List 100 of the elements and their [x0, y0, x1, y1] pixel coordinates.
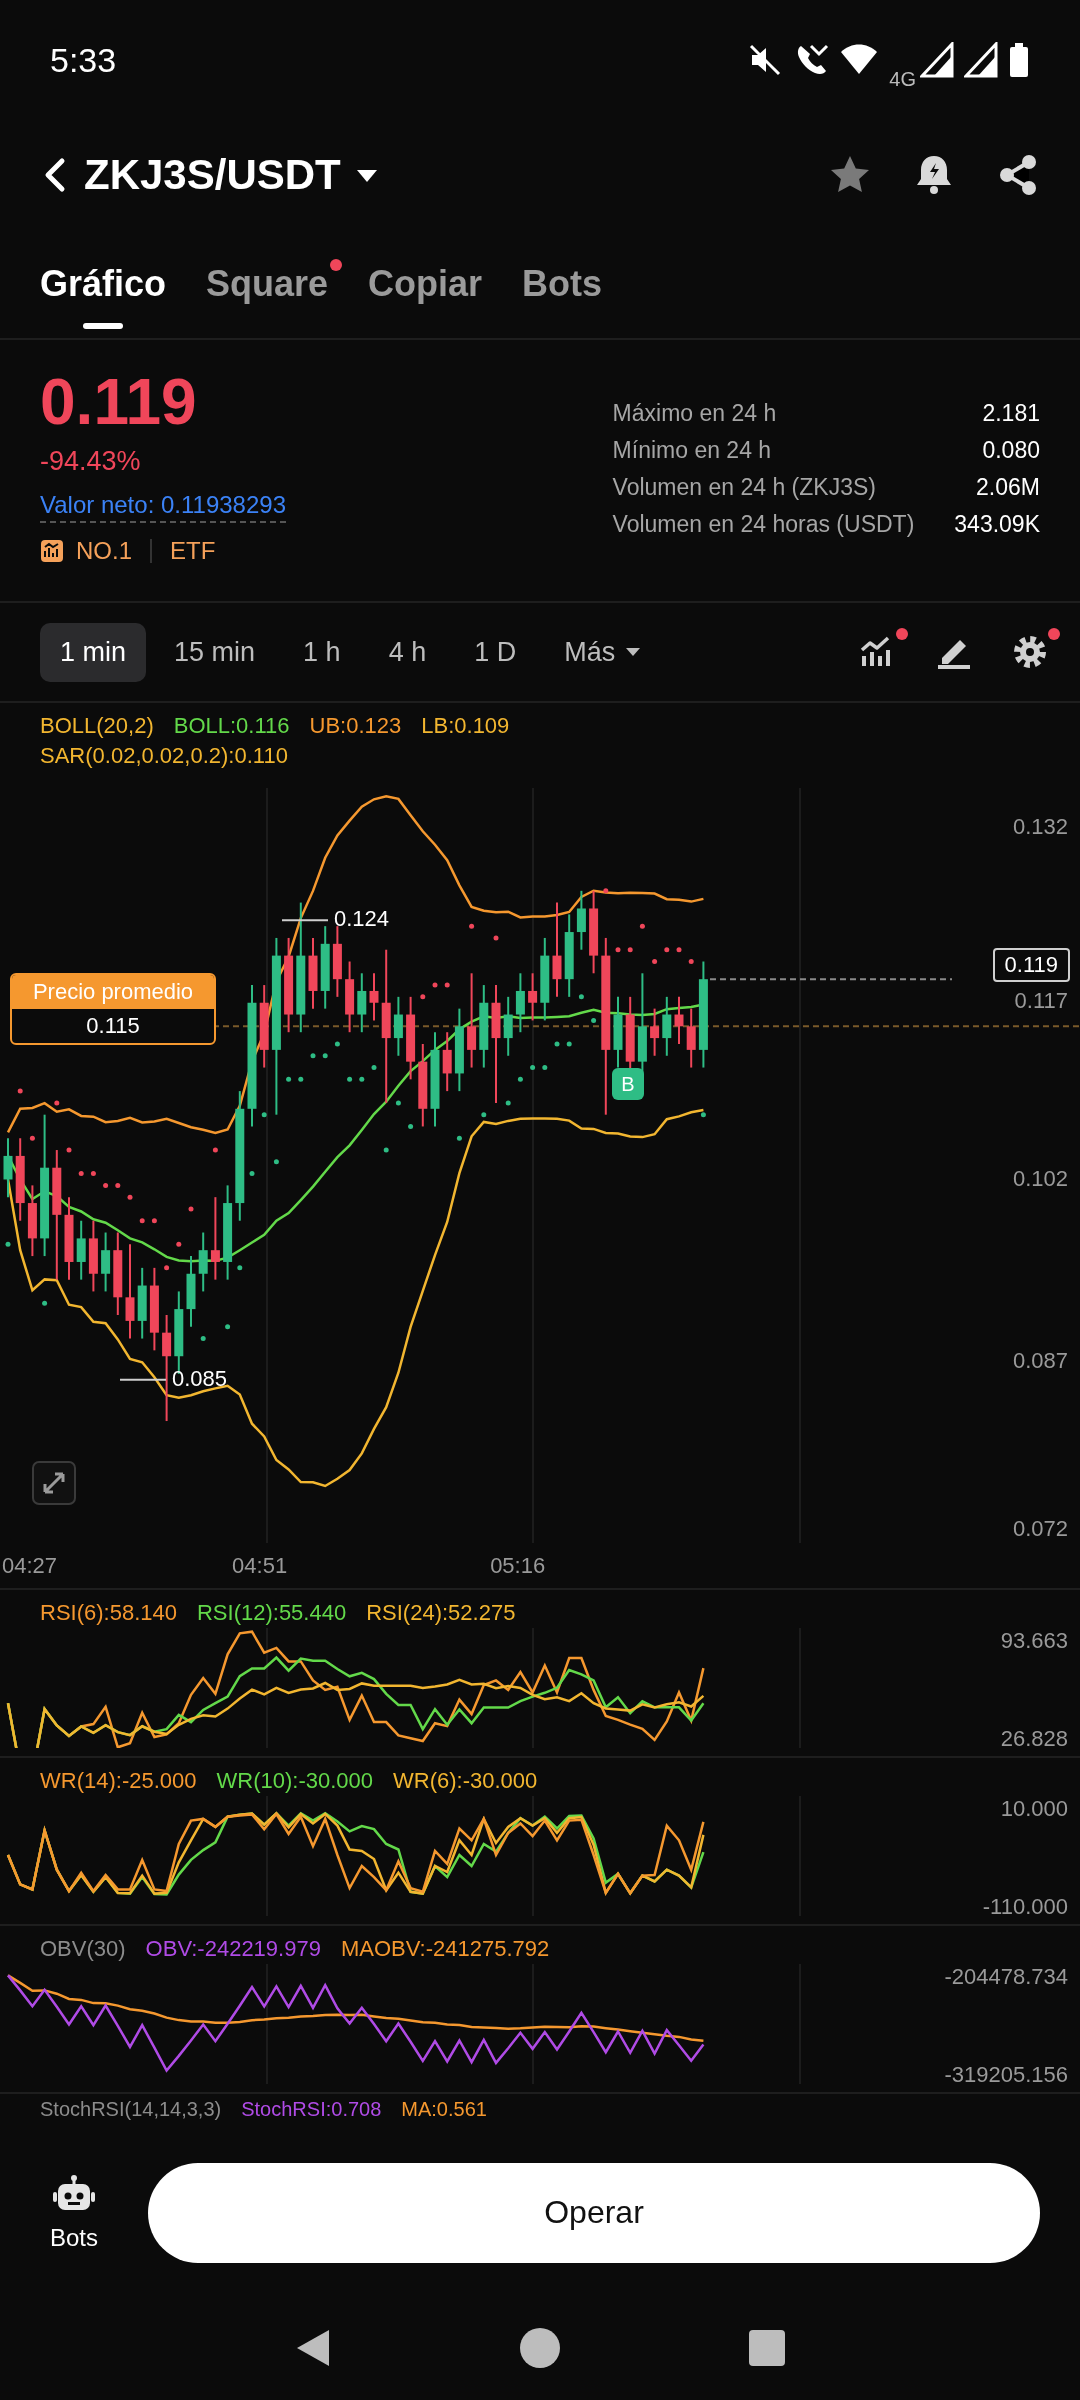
sar-dot	[627, 947, 633, 953]
tab[interactable]: Gráfico	[40, 253, 167, 315]
stat-label: Volumen en 24 horas (USDT)	[612, 511, 915, 538]
sar-dot	[66, 1147, 72, 1153]
interval-tab[interactable]: 1 min	[40, 622, 147, 682]
legend-label: WR(6):-30.000	[393, 1767, 538, 1795]
sar-dot	[322, 1053, 328, 1059]
stat-value: 2.06M	[975, 474, 1040, 501]
legend-label: BOLL:0.116	[173, 712, 290, 740]
stat-value: 0.080	[981, 437, 1040, 464]
signal-icon	[920, 42, 954, 78]
sar-dot	[54, 1100, 60, 1106]
status-time: 5:33	[50, 40, 117, 80]
signal-icon	[964, 42, 998, 78]
sar-dot	[17, 1088, 23, 1094]
home-icon[interactable]	[518, 2326, 562, 2370]
sar-dot	[469, 923, 475, 929]
average-price-value: 0.115	[85, 1012, 141, 1040]
sar-dot	[676, 947, 682, 953]
sar-dot	[530, 1065, 536, 1071]
candlestick	[198, 1231, 208, 1293]
tab[interactable]: Square	[206, 253, 329, 315]
sar-dot	[554, 1041, 560, 1047]
candlestick	[686, 1007, 696, 1069]
sar-dot	[481, 1112, 487, 1118]
sar-dot	[261, 1112, 267, 1118]
sar-dot	[700, 1112, 706, 1118]
sar-dot	[347, 1076, 353, 1082]
axis-label: 0.087	[1012, 1348, 1068, 1374]
low-price-label: 0.085	[172, 1365, 228, 1392]
sar-dot	[371, 1065, 377, 1071]
sar-dot	[90, 1171, 96, 1177]
interval-tab[interactable]: 15 min	[154, 622, 276, 682]
legend-label: MA:0.561	[401, 2097, 487, 2122]
sar-dot	[164, 1265, 170, 1271]
tab[interactable]: Copiar	[368, 253, 483, 315]
legend-label: SAR(0.02,0.02,0.2):0.110	[40, 742, 288, 770]
sar-dot	[639, 923, 645, 929]
pair-title[interactable]: ZKJ3S/USDT	[84, 151, 341, 199]
price-change: -94.43%	[40, 446, 141, 477]
candlestick	[650, 1007, 660, 1057]
sar-dot	[78, 1171, 84, 1177]
sar-dot	[249, 1171, 255, 1177]
sar-dot	[310, 1053, 316, 1059]
axis-label: 26.828	[1000, 1726, 1068, 1752]
stat-label: Volumen en 24 h (ZKJ3S)	[612, 474, 877, 501]
candlestick	[393, 995, 403, 1057]
sar-dot	[225, 1324, 231, 1330]
tag-label: NO.1	[76, 537, 132, 565]
sar-dot	[688, 959, 694, 964]
sar-dot	[359, 1076, 365, 1082]
interval-tab[interactable]: Más	[544, 622, 662, 682]
average-price-title: Precio promedio	[12, 975, 214, 1009]
expand-icon[interactable]	[32, 1461, 76, 1505]
sar-dot	[237, 1265, 243, 1271]
sar-dot	[176, 1241, 182, 1247]
axis-label: 0.132	[1012, 814, 1068, 840]
legend-label: WR(10):-30.000	[216, 1767, 374, 1795]
candlestick	[576, 889, 586, 951]
axis-label: 0.072	[1012, 1516, 1068, 1542]
tab-indicator	[83, 323, 123, 329]
sar-dot	[664, 947, 670, 953]
trade-button[interactable]: Operar	[148, 2162, 1040, 2263]
sar-dot	[212, 1147, 218, 1153]
candlestick	[442, 1031, 452, 1093]
sar-dot	[139, 1218, 145, 1224]
candlestick	[515, 972, 525, 1034]
sar-dot	[103, 1182, 109, 1188]
axis-label: -110.000	[982, 1894, 1068, 1920]
legend-label: OBV(30)	[40, 1935, 126, 1963]
sar-dot	[652, 959, 658, 964]
candlestick	[662, 995, 672, 1057]
axis-label: 10.000	[1000, 1796, 1068, 1822]
sar-dot	[383, 1147, 389, 1153]
sar-dot	[505, 1100, 511, 1106]
net-value-link[interactable]: Valor neto: 0.11938293	[40, 491, 286, 523]
sar-dot	[566, 1041, 572, 1047]
ranking-icon	[40, 539, 64, 563]
bots-label[interactable]: Bots	[50, 2223, 99, 2252]
axis-label: 93.663	[1000, 1628, 1068, 1654]
stat-label: Mínimo en 24 h	[612, 437, 773, 464]
sar-dot	[517, 1076, 523, 1082]
sar-dot	[420, 994, 426, 1000]
sar-dot	[127, 1194, 133, 1200]
sar-dot	[5, 1241, 11, 1247]
sar-dot	[591, 1017, 597, 1023]
sar-dot	[456, 1135, 462, 1141]
sar-dot	[42, 1300, 48, 1306]
candlestick	[369, 972, 379, 1022]
sar-dot	[408, 1123, 414, 1129]
last-price: 0.119	[40, 365, 197, 440]
axis-label: 04:27	[2, 1552, 58, 1579]
sar-dot	[334, 1041, 340, 1047]
interval-tab[interactable]: 1 h	[283, 622, 361, 682]
interval-tab[interactable]: 1 D	[454, 622, 537, 682]
interval-tab[interactable]: 4 h	[368, 622, 447, 682]
tag-label: ETF	[170, 537, 216, 565]
tab[interactable]: Bots	[522, 253, 603, 315]
legend-label: OBV:-242219.979	[145, 1935, 321, 1963]
candlestick	[101, 1231, 111, 1293]
